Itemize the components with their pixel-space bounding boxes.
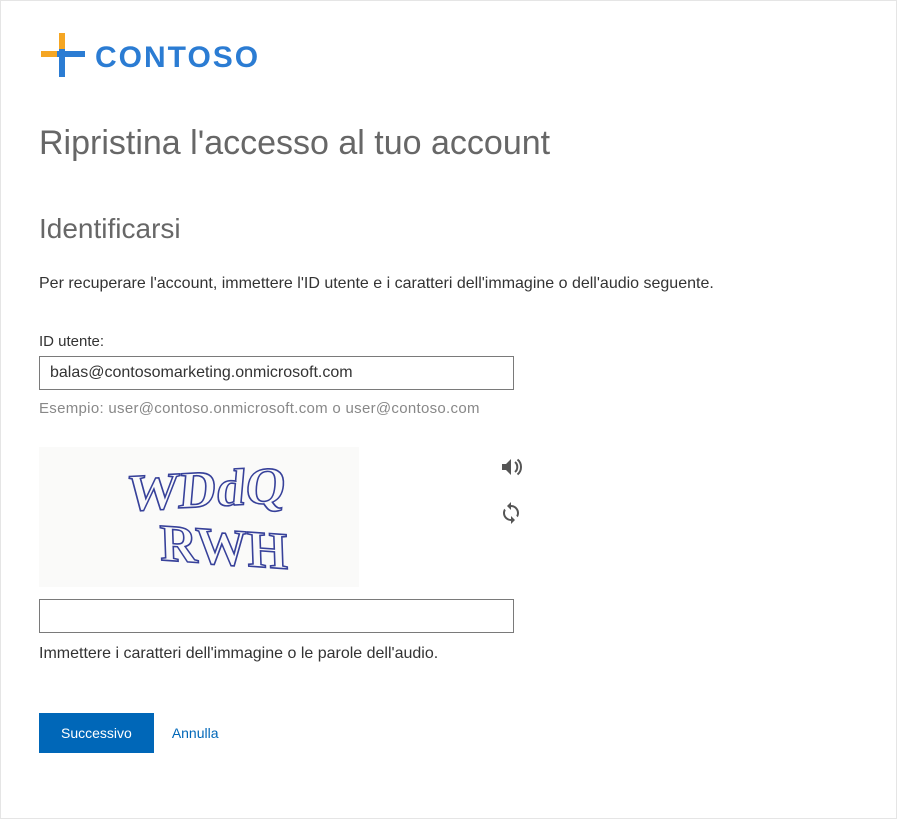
audio-icon[interactable] bbox=[499, 455, 523, 479]
captcha-line1: WDdQ bbox=[125, 456, 289, 522]
captcha-line2: RWH bbox=[159, 515, 289, 581]
instruction-text: Per recuperare l'account, immettere l'ID… bbox=[39, 275, 858, 293]
next-button[interactable]: Successivo bbox=[39, 713, 154, 753]
contoso-logo-icon bbox=[39, 31, 87, 84]
captcha-input[interactable] bbox=[39, 599, 514, 633]
cancel-button[interactable]: Annulla bbox=[172, 725, 219, 741]
user-id-hint: Esempio: user@contoso.onmicrosoft.com o … bbox=[39, 400, 858, 417]
logo-area: CONTOSO bbox=[39, 31, 858, 84]
page-title: Ripristina l'accesso al tuo account bbox=[39, 124, 858, 163]
button-row: Successivo Annulla bbox=[39, 713, 858, 753]
captcha-controls bbox=[499, 447, 523, 525]
user-id-label: ID utente: bbox=[39, 333, 858, 350]
captcha-row: WDdQ RWH bbox=[39, 447, 858, 587]
captcha-hint: Immettere i caratteri dell'immagine o le… bbox=[39, 645, 858, 663]
user-id-input[interactable] bbox=[39, 356, 514, 390]
brand-name: CONTOSO bbox=[95, 41, 260, 75]
section-title: Identificarsi bbox=[39, 213, 858, 245]
refresh-icon[interactable] bbox=[499, 501, 523, 525]
captcha-image: WDdQ RWH bbox=[39, 447, 359, 587]
